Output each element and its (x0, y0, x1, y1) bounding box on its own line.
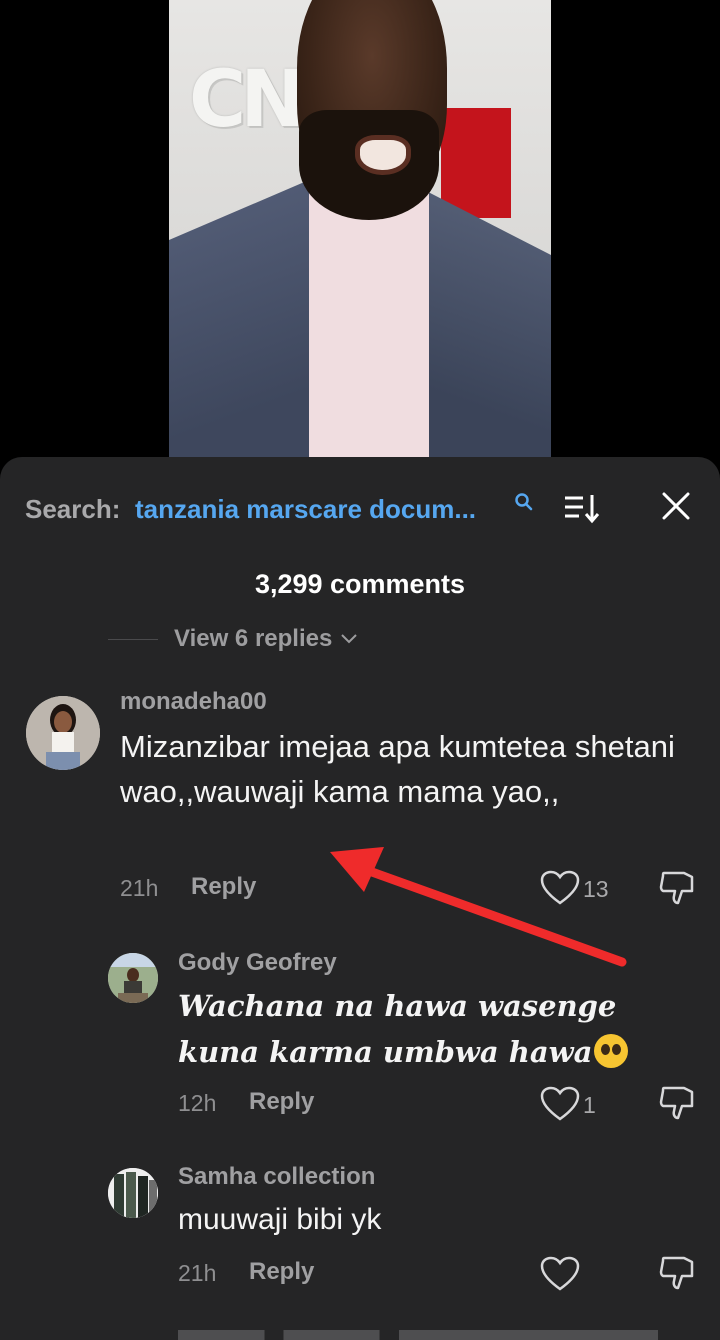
avatar-image (108, 953, 158, 1003)
reply-button[interactable]: Reply (191, 873, 256, 901)
next-comment-partial (178, 1330, 658, 1340)
search-query-link[interactable]: tanzania marscare docum... (135, 494, 500, 525)
comment-time: 12h (178, 1090, 217, 1116)
dislike-icon[interactable] (658, 869, 698, 909)
comment-time: 21h (178, 1260, 217, 1286)
search-prefix: Search: (25, 494, 121, 524)
view-replies-button[interactable]: View 6 replies (108, 624, 358, 654)
mouth (355, 135, 411, 175)
comment-username[interactable]: monadeha00 (120, 688, 267, 716)
comment-text: Mizanzibar imejaa apa kumtetea shetani w… (120, 729, 675, 809)
video-player[interactable]: CNN (169, 0, 551, 470)
comment-text: Wachana na hawa wasenge kuna karma umbwa… (178, 983, 648, 1075)
dislike-icon[interactable] (658, 1084, 698, 1124)
view-replies-label: View 6 replies (174, 625, 333, 652)
heart-icon[interactable] (540, 1086, 580, 1122)
comments-sheet: Search: tanzania marscare docum... 3,299… (0, 457, 720, 1340)
avatar[interactable] (108, 1168, 158, 1218)
comment-username[interactable]: Samha collection (178, 1163, 375, 1191)
like-count: 13 (583, 876, 609, 902)
search-icon[interactable] (514, 492, 534, 512)
heart-icon[interactable] (540, 870, 580, 906)
like-count: 1 (583, 1092, 596, 1118)
shirt (309, 190, 429, 470)
avatar-image (26, 696, 100, 770)
comment-username[interactable]: Gody Geofrey (178, 949, 337, 977)
avatar-image (108, 1168, 158, 1218)
red-panel (441, 108, 511, 218)
comment-text-content: Wachana na hawa wasenge kuna karma umbwa… (178, 989, 617, 1069)
search-header: Search: tanzania marscare docum... (0, 457, 720, 557)
chevron-down-icon (341, 634, 358, 644)
avatar[interactable] (26, 696, 100, 770)
comment-count: 3,299 comments (254, 569, 466, 599)
pleading-face-emoji (594, 1034, 629, 1068)
comment-time: 21h (120, 875, 159, 901)
close-icon[interactable] (660, 490, 692, 522)
heart-icon[interactable] (540, 1256, 580, 1292)
reply-button[interactable]: Reply (249, 1088, 314, 1116)
dislike-icon[interactable] (658, 1254, 698, 1294)
reply-button[interactable]: Reply (249, 1258, 314, 1286)
avatar[interactable] (108, 953, 158, 1003)
comment-text: muuwaji bibi yk (178, 1203, 382, 1236)
sort-icon[interactable] (563, 492, 601, 524)
divider (108, 638, 158, 640)
